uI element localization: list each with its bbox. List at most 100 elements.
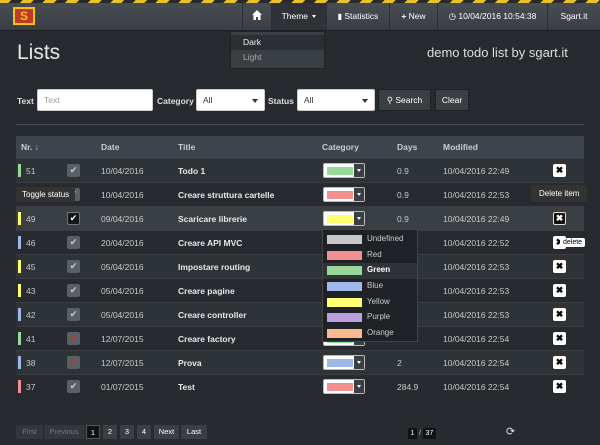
- theme-option-dark[interactable]: Dark: [231, 35, 324, 50]
- table-row: 49 ✔ 09/04/2016 Scaricare librerie 0.9 10/04/…: [16, 206, 584, 230]
- theme-option-light[interactable]: Light: [231, 50, 324, 65]
- home-button[interactable]: [242, 3, 271, 30]
- category-swatch: [327, 359, 353, 367]
- table-row: 43 ✔ 05/04/2016 Creare pagine 10/04/2016 22:…: [16, 278, 584, 302]
- caret-down-icon: [354, 212, 364, 225]
- close-icon: ✖: [555, 381, 564, 391]
- toggle-status-button[interactable]: ✔: [67, 236, 80, 249]
- table-row: 38 ✗ 12/07/2015 Prova 2 10/04/2016 22:54 ✖: [16, 350, 584, 374]
- category-color-bar: [18, 308, 21, 321]
- close-icon: ✖: [555, 285, 564, 295]
- row-title: Creare API MVC: [178, 238, 243, 248]
- theme-menu: Dark Light: [230, 31, 325, 69]
- header-date[interactable]: Date: [101, 142, 119, 152]
- row-title: Creare struttura cartelle: [178, 190, 275, 200]
- toggle-status-button[interactable]: ✔: [67, 212, 80, 225]
- check-icon: ✔: [69, 285, 78, 295]
- color-swatch: [327, 266, 362, 276]
- header-days[interactable]: Days: [397, 142, 417, 152]
- table-row: 41 ✗ 12/07/2015 Creare factory 10/04/2016 22…: [16, 326, 584, 350]
- bar-chart-icon: ▮: [337, 12, 342, 21]
- caret-down-icon: [354, 356, 364, 369]
- theme-dropdown-toggle[interactable]: Theme: [271, 3, 326, 30]
- row-title: Todo 1: [178, 166, 206, 176]
- delete-button[interactable]: ✖: [553, 332, 566, 345]
- category-color-bar: [18, 212, 21, 225]
- row-title: Test: [178, 382, 195, 392]
- unchecked-icon: ✗: [69, 357, 78, 367]
- page-button-1[interactable]: 1: [86, 425, 100, 439]
- delete-button[interactable]: ✖: [553, 260, 566, 273]
- page-button-3[interactable]: 3: [120, 425, 134, 439]
- clear-button[interactable]: Clear: [435, 89, 469, 111]
- row-days: 284.9: [397, 382, 419, 392]
- close-icon: ✖: [555, 165, 564, 175]
- category-option-purple[interactable]: Purple: [323, 310, 417, 326]
- category-option-green[interactable]: Green: [323, 263, 417, 280]
- category-color-bar: [18, 284, 21, 297]
- header-nr[interactable]: Nr. ↓: [21, 142, 39, 152]
- page-button-2[interactable]: 2: [103, 425, 117, 439]
- status-filter-label: Status: [268, 96, 294, 106]
- category-picker-button[interactable]: [323, 355, 365, 370]
- datetime-link[interactable]: ◷ 10/04/2016 10:54:38: [437, 3, 547, 30]
- category-option-label: Orange: [367, 328, 394, 338]
- first-page-button[interactable]: First: [16, 425, 43, 439]
- previous-page-button[interactable]: Previous: [44, 425, 84, 439]
- delete-button[interactable]: ✖: [553, 308, 566, 321]
- delete-button[interactable]: ✖: [553, 284, 566, 297]
- caret-down-icon: [312, 15, 317, 18]
- delete-button[interactable]: ✖: [553, 380, 566, 393]
- header-category[interactable]: Category: [322, 142, 359, 152]
- delete-button[interactable]: ✖: [553, 212, 566, 225]
- row-days: 2: [397, 358, 402, 368]
- text-filter-input[interactable]: Text: [37, 89, 153, 111]
- category-option-label: Red: [367, 249, 382, 259]
- toggle-status-button[interactable]: ✔: [67, 164, 80, 177]
- row-modified: 10/04/2016 22:53: [443, 262, 510, 272]
- status-filter-select[interactable]: All: [297, 89, 375, 111]
- delete-button[interactable]: ✖: [553, 164, 566, 177]
- check-icon: ✔: [69, 381, 78, 391]
- toggle-status-button[interactable]: ✔: [67, 284, 80, 297]
- statistics-link[interactable]: ▮ Statistics: [326, 3, 389, 30]
- table-header: Nr. ↓ Date Title Category Days Modified: [16, 136, 584, 158]
- category-picker-button[interactable]: [323, 211, 365, 226]
- logo[interactable]: S: [13, 7, 35, 25]
- category-filter-select[interactable]: All: [196, 89, 265, 111]
- close-icon: ✖: [555, 357, 564, 367]
- category-option-orange[interactable]: Orange: [323, 326, 417, 342]
- new-link[interactable]: + New: [389, 3, 437, 30]
- site-link[interactable]: Sgart.it: [547, 3, 600, 30]
- row-nr: 37: [26, 382, 36, 392]
- search-button[interactable]: ⚲ Search: [378, 89, 431, 111]
- delete-button[interactable]: ✖: [553, 356, 566, 369]
- category-option-blue[interactable]: Blue: [323, 279, 417, 295]
- row-days: 0.9: [397, 214, 409, 224]
- category-picker-button[interactable]: [323, 163, 365, 178]
- check-icon: ✔: [69, 237, 78, 247]
- page-button-4[interactable]: 4: [137, 425, 151, 439]
- header-title[interactable]: Title: [178, 142, 195, 152]
- category-swatch: [327, 383, 353, 391]
- search-label: Search: [395, 95, 423, 105]
- category-option-yellow[interactable]: Yellow: [323, 295, 417, 311]
- toggle-status-button[interactable]: ✔: [67, 260, 80, 273]
- last-page-button[interactable]: Last: [181, 425, 207, 439]
- toggle-status-button[interactable]: ✔: [67, 380, 80, 393]
- toggle-status-button[interactable]: ✗: [67, 356, 80, 369]
- category-option-undefined[interactable]: Undefined: [323, 232, 417, 248]
- category-picker-button[interactable]: [323, 379, 365, 394]
- next-page-button[interactable]: Next: [154, 425, 179, 439]
- row-modified: 10/04/2016 22:54: [443, 382, 510, 392]
- toggle-status-button[interactable]: ✔: [67, 308, 80, 321]
- check-icon: ✔: [69, 309, 78, 319]
- toggle-status-button[interactable]: ✗: [67, 332, 80, 345]
- header-modified[interactable]: Modified: [443, 142, 478, 152]
- total-pages-badge: 37: [422, 428, 436, 439]
- category-picker-button[interactable]: [323, 187, 365, 202]
- category-option-red[interactable]: Red: [323, 248, 417, 264]
- row-modified: 10/04/2016 22:53: [443, 190, 510, 200]
- color-swatch: [327, 297, 362, 307]
- refresh-icon[interactable]: ⟳: [506, 425, 515, 438]
